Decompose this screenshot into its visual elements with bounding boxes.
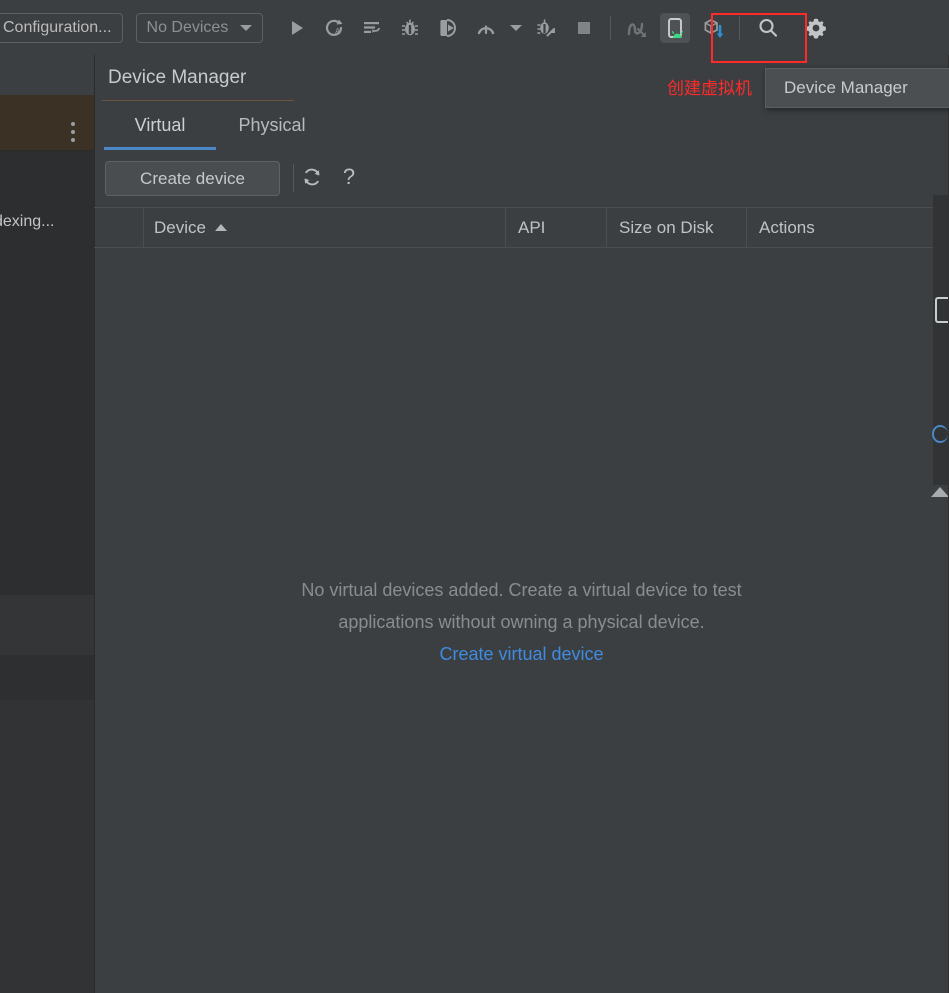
sort-ascending-icon (214, 224, 227, 231)
overflow-menu-icon[interactable] (64, 117, 82, 147)
sidebar-band-2 (0, 655, 94, 700)
device-selector-label: No Devices (146, 18, 229, 36)
apply-changes-button[interactable] (471, 13, 501, 43)
run-with-coverage-button[interactable]: A (319, 13, 349, 43)
table-column-actions-label: Actions (759, 217, 815, 237)
device-manager-tooltip: Device Manager (765, 68, 949, 108)
apply-changes-icon (478, 24, 495, 34)
debug-attach-button[interactable] (531, 13, 561, 43)
main-toolbar: Configuration... No Devices A (0, 0, 949, 56)
create-device-label: Create device (140, 168, 245, 188)
sidebar-divider (0, 150, 94, 151)
empty-state-line-2: applications without owning a physical d… (338, 612, 705, 632)
debug-button[interactable] (395, 13, 425, 43)
bug-attach-icon (537, 18, 556, 36)
toolbar-separator (739, 15, 741, 40)
tooltip-text: Device Manager (784, 78, 908, 97)
page-title: Device Manager (108, 55, 246, 100)
run-configuration-label: Configuration... (3, 18, 112, 36)
tab-physical-label: Physical (238, 115, 306, 135)
table-column-size-on-disk[interactable]: Size on Disk (606, 208, 746, 247)
table-column-actions: Actions (746, 208, 896, 247)
table-column-api[interactable]: API (505, 208, 606, 247)
toolbar-icon-group: A (277, 12, 835, 43)
help-icon: ? (342, 164, 356, 189)
table-column-device[interactable]: Device (143, 208, 505, 247)
profiler-icon (364, 21, 381, 33)
clipped-dialog-edge-icon (935, 297, 949, 323)
chevron-down-icon (510, 24, 523, 31)
table-column-blank (94, 208, 143, 247)
help-button[interactable]: ? (334, 162, 364, 192)
device-manager-button[interactable] (660, 12, 691, 43)
annotation-note: 创建虚拟机 (667, 79, 752, 99)
table-column-size-label: Size on Disk (619, 217, 714, 237)
device-manager-panel: Device Manager Virtual Physical Create d… (94, 55, 949, 993)
panel-action-bar: Create device ? (94, 150, 949, 207)
gear-icon (806, 18, 827, 39)
play-icon (292, 20, 304, 35)
panel-tabs: Virtual Physical (94, 101, 949, 150)
app-window: Configuration... No Devices A 创建虚拟机 Devi… (0, 0, 949, 993)
attach-debugger-icon (440, 18, 457, 37)
left-sidebar-strip: dexing... (0, 55, 94, 993)
clipped-progress-icon (932, 425, 948, 443)
action-bar-separator (293, 164, 294, 192)
layout-inspector-button[interactable] (622, 13, 652, 43)
create-virtual-device-link[interactable]: Create virtual device (439, 644, 603, 665)
empty-state: No virtual devices added. Create a virtu… (94, 246, 949, 993)
sdk-manager-icon (704, 18, 724, 38)
run-configuration-selector[interactable]: Configuration... (0, 12, 123, 43)
device-selector[interactable]: No Devices (135, 12, 264, 43)
toolbar-separator (610, 15, 612, 40)
create-device-button[interactable]: Create device (105, 161, 280, 196)
apply-changes-dropdown[interactable] (507, 13, 525, 43)
tab-physical[interactable]: Physical (216, 101, 328, 150)
attach-debugger-button[interactable] (433, 13, 463, 43)
right-edge-strip (931, 55, 949, 993)
sidebar-top-band (0, 55, 94, 95)
refresh-button[interactable] (297, 162, 327, 192)
search-everywhere-button[interactable] (753, 13, 783, 43)
coverage-icon: A (326, 19, 343, 36)
device-table-header: Device API Size on Disk Actions (94, 207, 949, 248)
bug-icon (402, 19, 419, 35)
sdk-manager-button[interactable] (698, 13, 728, 43)
tab-virtual[interactable]: Virtual (104, 101, 216, 150)
tab-virtual-label: Virtual (134, 115, 186, 135)
empty-state-line-1: No virtual devices added. Create a virtu… (301, 580, 742, 600)
clipped-caret-icon (931, 487, 949, 497)
stop-icon (578, 21, 591, 34)
profiler-button[interactable] (357, 13, 387, 43)
search-icon (759, 18, 778, 37)
refresh-icon (304, 168, 320, 186)
table-column-device-label: Device (154, 217, 206, 237)
chevron-down-icon (240, 24, 253, 31)
indexing-status-text: dexing... (0, 213, 55, 230)
page-title-text: Device Manager (108, 66, 247, 88)
settings-button[interactable] (801, 13, 831, 43)
stop-button[interactable] (569, 13, 599, 43)
svg-text:A: A (335, 27, 341, 36)
device-manager-icon (668, 17, 684, 38)
layout-inspector-icon (628, 22, 647, 37)
sidebar-band-1 (0, 595, 94, 655)
run-button[interactable] (281, 13, 311, 43)
table-column-api-label: API (518, 217, 546, 237)
